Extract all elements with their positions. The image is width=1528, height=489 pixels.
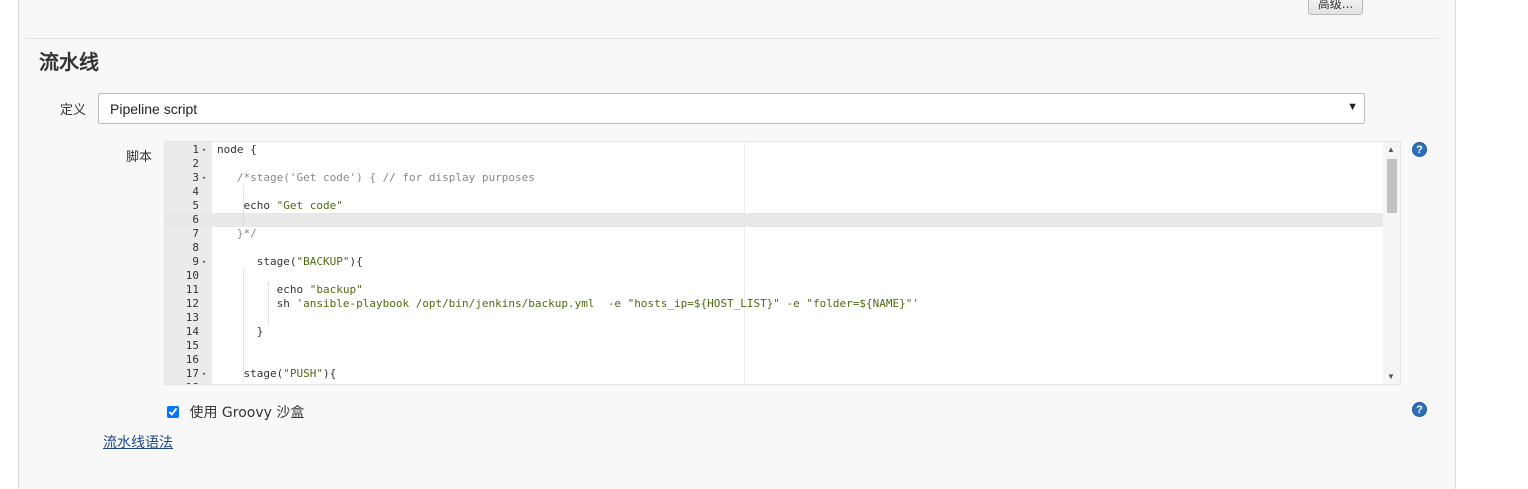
indent-guide xyxy=(243,185,244,227)
code-text: /*stage('Get code') { // for display pur… xyxy=(217,171,535,184)
code-line: 5 echo "Get code" xyxy=(165,199,1384,213)
code-text: echo "backup" xyxy=(217,283,363,296)
line-number: 15 xyxy=(185,339,199,352)
pipeline-syntax-link[interactable]: 流水线语法 xyxy=(103,432,173,452)
code-line: 11 echo "backup" xyxy=(165,283,1384,297)
section-title: 流水线 xyxy=(39,50,99,74)
fold-toggle-icon[interactable]: ▾ xyxy=(202,255,206,269)
groovy-sandbox-option: 使用 Groovy 沙盒 xyxy=(167,402,304,422)
line-number: 16 xyxy=(185,353,199,366)
definition-selected-value: Pipeline script xyxy=(110,101,198,117)
code-line: 3 ▾ /*stage('Get code') { // for display … xyxy=(165,171,1384,185)
line-number: 14 xyxy=(185,325,199,338)
code-text: echo "Get code" xyxy=(217,199,343,212)
indent-guide xyxy=(243,269,244,381)
line-number: 4 xyxy=(192,185,199,198)
line-number: 1 xyxy=(192,143,199,156)
code-line: 10 xyxy=(165,269,1384,283)
fold-toggle-icon[interactable]: ▾ xyxy=(202,143,206,157)
code-line: 14 } xyxy=(165,325,1384,339)
code-line: 6 xyxy=(165,213,1384,227)
code-line: 4 xyxy=(165,185,1384,199)
code-line: 8 xyxy=(165,241,1384,255)
code-line: 13 xyxy=(165,311,1384,325)
code-line: 1 ▾ node { xyxy=(165,143,1384,157)
code-line: 16 xyxy=(165,353,1384,367)
code-text: } xyxy=(217,325,264,338)
script-label: 脚本 xyxy=(126,150,153,165)
code-line: 18 xyxy=(165,381,1384,384)
line-number: 8 xyxy=(192,241,199,254)
code-line: 17 ▾ stage("PUSH"){ xyxy=(165,367,1384,381)
code-text: stage("BACKUP"){ xyxy=(217,255,363,268)
code-line: 7 }*/ xyxy=(165,227,1384,241)
code-text: node { xyxy=(217,143,257,156)
help-icon[interactable]: ? xyxy=(1412,142,1427,157)
advanced-button[interactable]: 高级... xyxy=(1308,0,1363,15)
code-line: 9 ▾ stage("BACKUP"){ xyxy=(165,255,1384,269)
code-text: }*/ xyxy=(217,227,257,240)
code-line: 12 sh 'ansible-playbook /opt/bin/jenkins… xyxy=(165,297,1384,311)
scrollbar-thumb[interactable] xyxy=(1387,159,1397,213)
scroll-up-icon[interactable]: ▲ xyxy=(1387,145,1395,154)
line-number: 17 xyxy=(185,367,199,380)
groovy-sandbox-checkbox[interactable] xyxy=(167,406,179,418)
caret-down-icon: ▼ xyxy=(1347,101,1358,113)
section-divider xyxy=(26,38,1438,39)
line-number: 9 xyxy=(192,255,199,268)
definition-select[interactable]: Pipeline script ▼ xyxy=(98,93,1365,124)
line-number: 7 xyxy=(192,227,199,240)
scroll-down-icon[interactable]: ▼ xyxy=(1387,372,1395,381)
line-number: 13 xyxy=(185,311,199,324)
line-number: 18 xyxy=(165,381,199,384)
editor-scrollbar[interactable]: ▲ ▼ xyxy=(1383,142,1400,384)
line-number: 5 xyxy=(192,199,199,212)
line-number: 12 xyxy=(185,297,199,310)
code-text: stage("PUSH"){ xyxy=(217,367,337,380)
line-number: 6 xyxy=(192,213,199,226)
indent-guide xyxy=(268,283,269,325)
line-number: 10 xyxy=(185,269,199,282)
code-line: 2 xyxy=(165,157,1384,171)
script-editor[interactable]: 1 ▾ node {2 3 ▾ /*stage('Get code') { // for… xyxy=(164,141,1401,385)
groovy-sandbox-label: 使用 Groovy 沙盒 xyxy=(189,405,305,421)
fold-toggle-icon[interactable]: ▾ xyxy=(202,367,206,381)
line-number: 3 xyxy=(192,171,199,184)
definition-label: 定义 xyxy=(60,103,87,118)
help-icon[interactable]: ? xyxy=(1412,402,1427,417)
code-line: 15 xyxy=(165,339,1384,353)
fold-toggle-icon[interactable]: ▾ xyxy=(202,171,206,185)
code-text: sh 'ansible-playbook /opt/bin/jenkins/ba… xyxy=(217,297,920,310)
line-number: 11 xyxy=(185,283,199,296)
line-number: 2 xyxy=(192,157,199,170)
